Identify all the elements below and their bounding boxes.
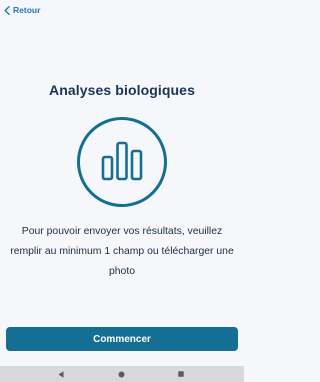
system-navigation-bar: [0, 366, 244, 382]
start-button[interactable]: Commencer: [6, 327, 238, 351]
nav-home-circle-icon[interactable]: [117, 370, 125, 378]
nav-recent-square-icon[interactable]: [177, 370, 185, 378]
nav-back-triangle-icon[interactable]: [57, 370, 65, 378]
chevron-left-icon: [4, 5, 10, 15]
instruction-text: Pour pouvoir envoyer vos résultats, veui…: [10, 226, 234, 277]
page-title: Analyses biologiques: [49, 82, 195, 98]
bar-chart-icon: [76, 116, 168, 208]
back-label: Retour: [13, 5, 41, 15]
back-button[interactable]: Retour: [4, 5, 40, 15]
top-bar: Retour: [0, 0, 244, 22]
